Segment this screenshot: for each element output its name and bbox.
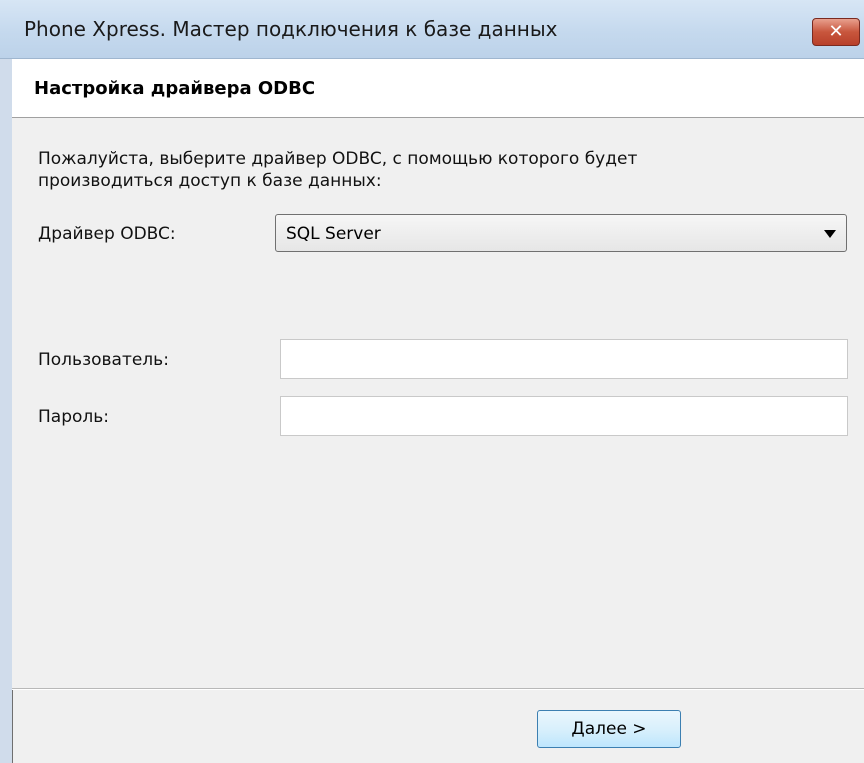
title-bar[interactable]: Phone Xpress. Мастер подключения к базе … <box>0 0 864 59</box>
driver-select-value: SQL Server <box>286 224 381 244</box>
driver-select[interactable]: SQL Server <box>275 214 847 252</box>
user-field[interactable] <box>280 339 848 379</box>
next-button[interactable]: Далее > <box>537 710 681 748</box>
close-icon: ✕ <box>828 21 844 42</box>
close-button[interactable]: ✕ <box>812 18 860 46</box>
window-title: Phone Xpress. Мастер подключения к базе … <box>24 17 558 41</box>
page-title: Настройка драйвера ODBC <box>34 78 316 99</box>
wizard-header: Настройка драйвера ODBC <box>12 59 864 118</box>
password-field[interactable] <box>280 396 848 436</box>
wizard-window: Phone Xpress. Мастер подключения к базе … <box>0 0 864 763</box>
instruction-text: Пожалуйста, выберите драйвер ODBC, с пом… <box>38 149 638 191</box>
chevron-down-icon[interactable] <box>824 230 836 238</box>
footer-divider-highlight <box>12 689 864 690</box>
user-label: Пользователь: <box>38 350 169 370</box>
password-label: Пароль: <box>38 407 110 427</box>
driver-label: Драйвер ODBC: <box>38 224 176 244</box>
wizard-content: Пожалуйста, выберите драйвер ODBC, с пом… <box>12 118 864 688</box>
